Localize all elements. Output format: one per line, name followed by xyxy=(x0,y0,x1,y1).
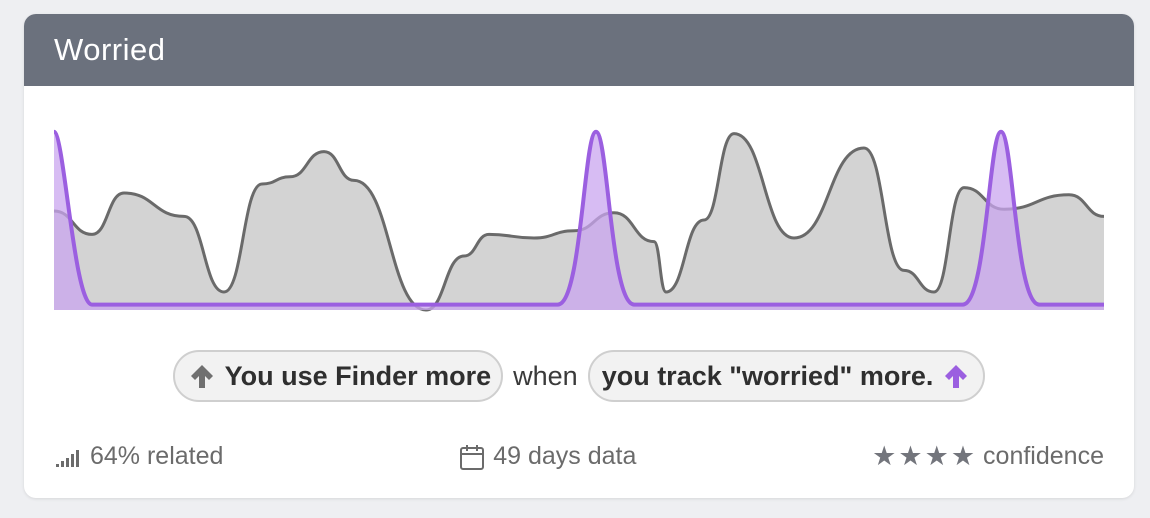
star-icon: ★ xyxy=(924,441,949,471)
star-icon: ★ xyxy=(872,441,897,471)
calendar-icon xyxy=(459,443,485,471)
related-label: 64% related xyxy=(90,442,224,470)
worried-tracking-pill[interactable]: you track "worried" more. xyxy=(587,350,986,402)
signal-bars-icon xyxy=(54,446,82,468)
days-label: 49 days data xyxy=(493,442,637,470)
confidence-meta: ★ ★ ★ ★ confidence xyxy=(872,442,1104,471)
finder-usage-pill[interactable]: You use Finder more xyxy=(172,350,504,402)
correlation-chart xyxy=(54,118,1104,318)
card-header: Worried xyxy=(24,14,1134,86)
card-footer: 64% related 49 days data ★ ★ ★ ★ confidence xyxy=(54,442,1104,471)
confidence-stars: ★ ★ ★ ★ xyxy=(872,443,977,470)
chart-svg xyxy=(54,129,1104,312)
confidence-label: confidence xyxy=(983,442,1104,470)
finder-usage-label: You use Finder more xyxy=(224,360,492,391)
related-meta: 64% related xyxy=(54,442,223,471)
worried-tracking-label: you track "worried" more. xyxy=(601,360,934,391)
arrow-up-icon xyxy=(941,361,971,391)
conjunction-label: when xyxy=(513,360,578,391)
correlation-statement: You use Finder more when you track "worr… xyxy=(24,350,1134,402)
star-icon: ★ xyxy=(898,441,923,471)
days-meta: 49 days data xyxy=(459,442,636,471)
insight-card: Worried You use Finder more when you tra… xyxy=(24,14,1134,498)
card-title: Worried xyxy=(54,32,166,67)
star-icon: ★ xyxy=(950,441,976,471)
arrow-up-icon xyxy=(187,361,217,391)
